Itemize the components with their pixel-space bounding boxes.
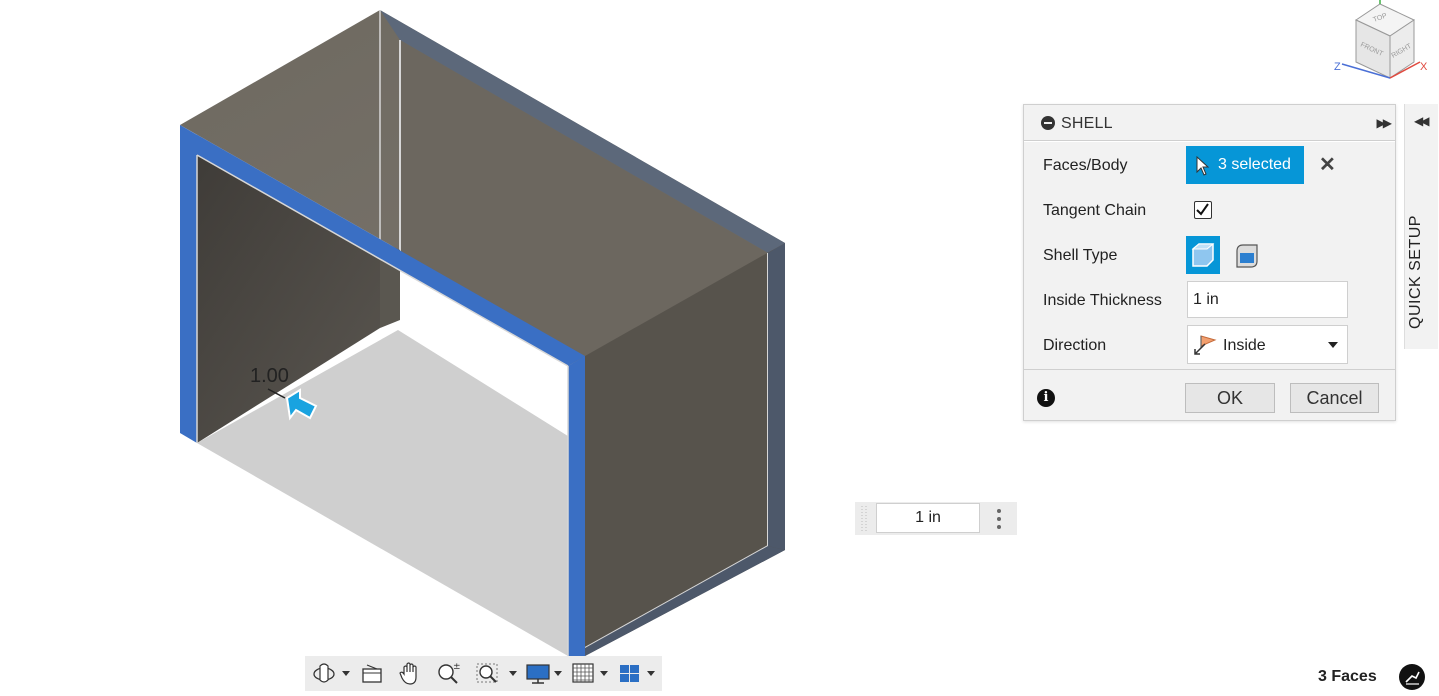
- navigation-toolbar: ±: [305, 656, 662, 691]
- shell-dialog: SHELL ▶▶ Faces/Body 3 selected ✕ Tangent…: [1023, 104, 1396, 421]
- quick-setup-label: QUICK SETUP: [1407, 215, 1424, 329]
- cursor-icon: [1196, 156, 1210, 176]
- look-at-icon[interactable]: [359, 660, 385, 687]
- selection-count: 3 selected: [1218, 156, 1291, 173]
- zoom-icon[interactable]: ±: [435, 660, 461, 687]
- collapse-icon[interactable]: [1041, 116, 1055, 130]
- dialog-header[interactable]: SHELL ▶▶: [1024, 105, 1395, 141]
- svg-text:±: ±: [453, 662, 461, 672]
- orbit-icon[interactable]: [311, 660, 337, 687]
- dialog-title: SHELL: [1061, 115, 1113, 132]
- pencil-icon: [1405, 671, 1420, 685]
- inside-thickness-input[interactable]: 1 in: [1187, 281, 1348, 318]
- pan-icon[interactable]: [397, 660, 423, 687]
- tangent-chain-checkbox[interactable]: [1194, 201, 1212, 219]
- direction-label: Direction: [1043, 337, 1107, 354]
- grid-dropdown-icon[interactable]: [600, 671, 608, 676]
- selection-status: 3 Faces: [1318, 668, 1377, 685]
- viewports-dropdown-icon[interactable]: [647, 671, 655, 676]
- more-options-icon[interactable]: [994, 507, 1004, 531]
- direction-value: Inside: [1223, 337, 1266, 354]
- quick-setup-tab[interactable]: ◀◀ QUICK SETUP: [1404, 104, 1438, 349]
- shell-type-rounded-button[interactable]: [1232, 239, 1262, 271]
- right-edge-face[interactable]: [768, 243, 785, 550]
- dialog-body: Faces/Body 3 selected ✕ Tangent Chain Sh…: [1024, 141, 1395, 370]
- chevron-down-icon: [1328, 342, 1338, 348]
- shell-sharp-icon: [1191, 243, 1215, 267]
- drag-handle-icon[interactable]: [860, 505, 868, 532]
- direction-select[interactable]: Inside: [1187, 325, 1348, 364]
- faces-body-label: Faces/Body: [1043, 157, 1128, 174]
- faces-body-selection-button[interactable]: 3 selected: [1186, 146, 1304, 184]
- cancel-button[interactable]: Cancel: [1290, 383, 1379, 413]
- clear-selection-icon[interactable]: ✕: [1319, 152, 1336, 177]
- expand-icon[interactable]: ▶▶: [1377, 116, 1393, 130]
- inside-thickness-label: Inside Thickness: [1043, 292, 1162, 309]
- shell-type-sharp-button[interactable]: [1186, 236, 1220, 274]
- axis-z-label: Z: [1334, 61, 1341, 73]
- axis-x-label: X: [1420, 61, 1428, 73]
- grid-icon[interactable]: [571, 660, 597, 687]
- checkmark-icon: [1196, 203, 1209, 216]
- display-dropdown-icon[interactable]: [554, 671, 562, 676]
- direction-inside-icon: [1194, 335, 1217, 355]
- status-icon[interactable]: [1399, 664, 1425, 690]
- fit-icon[interactable]: [475, 660, 501, 687]
- dimension-label[interactable]: 1.00: [250, 365, 289, 388]
- shell-rounded-icon: [1236, 244, 1258, 268]
- display-settings-icon[interactable]: [525, 660, 553, 687]
- ok-button[interactable]: OK: [1185, 383, 1275, 413]
- selected-face-left[interactable]: [180, 125, 197, 443]
- info-icon[interactable]: i: [1037, 389, 1055, 407]
- dialog-footer: i OK Cancel: [1024, 369, 1395, 421]
- viewports-icon[interactable]: [617, 660, 643, 687]
- viewcube[interactable]: TOP FRONT RIGHT Z X: [1326, 0, 1436, 92]
- shell-type-label: Shell Type: [1043, 247, 1118, 264]
- collapse-left-icon[interactable]: ◀◀: [1414, 114, 1430, 128]
- selected-face-right[interactable]: [568, 356, 585, 656]
- tangent-chain-label: Tangent Chain: [1043, 202, 1147, 219]
- zoom-dropdown-icon[interactable]: [509, 671, 517, 676]
- orbit-dropdown-icon[interactable]: [342, 671, 350, 676]
- floating-thickness-input: 1 in: [855, 502, 1017, 535]
- thickness-value-field[interactable]: 1 in: [876, 503, 980, 533]
